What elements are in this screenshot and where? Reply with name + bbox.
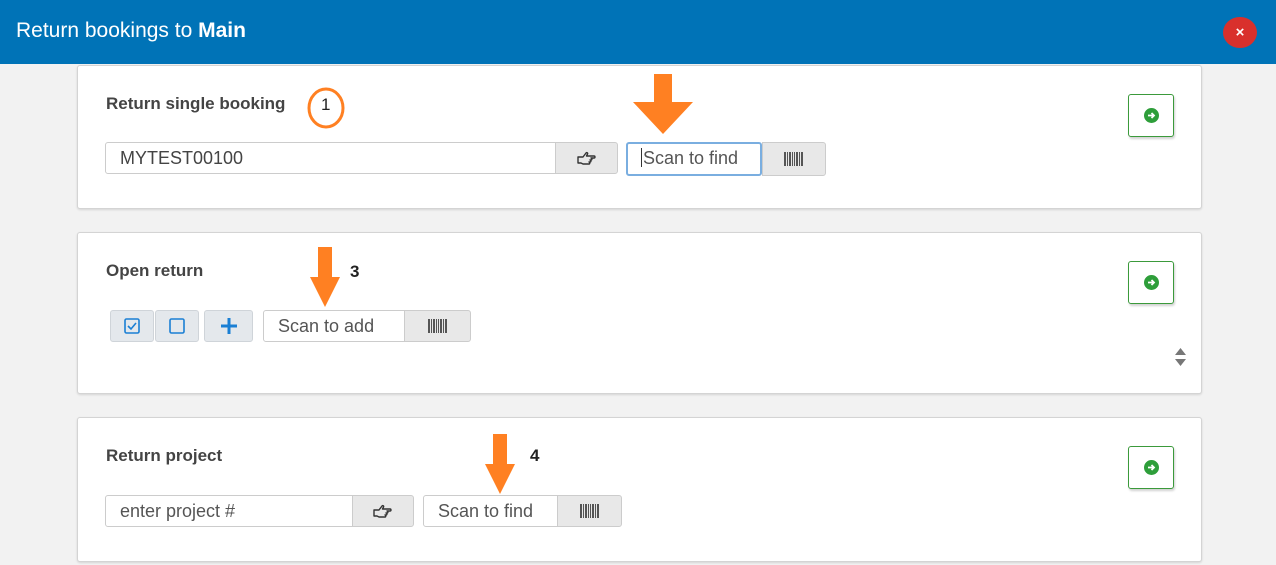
annotation-label-1: 1 (321, 95, 331, 114)
annotation-arrow-4 (485, 434, 515, 494)
scan-to-find-project-input[interactable]: Scan to find (423, 495, 558, 527)
dialog-title-prefix: Return bookings to (16, 19, 199, 42)
empty-checkbox-icon (169, 318, 185, 334)
close-icon: × (1235, 24, 1245, 41)
scan-to-add-input[interactable]: Scan to add (263, 310, 405, 342)
plus-icon (220, 318, 237, 334)
barcode-scan-button[interactable] (762, 142, 826, 176)
dialog-header: Return bookings to Main × (0, 0, 1276, 64)
dialog-title: Return bookings to Main (16, 18, 246, 44)
checked-checkbox-icon (124, 318, 140, 334)
pointing-hand-icon (373, 504, 392, 518)
text-cursor (641, 148, 642, 167)
uncheck-all-button[interactable] (155, 310, 199, 342)
panel-title-return-project: Return project (106, 446, 223, 465)
annotation-label-4: 4 (530, 446, 540, 465)
panel-title-open-return: Open return (106, 261, 204, 280)
return-single-booking-go-button[interactable] (1128, 94, 1174, 137)
barcode-icon (427, 319, 447, 333)
annotation-arrow-2 (633, 74, 693, 134)
pointing-hand-icon (576, 151, 596, 165)
scan-placeholder-text: Scan to find (643, 148, 739, 168)
pick-booking-button[interactable] (555, 142, 618, 174)
panel-title-return-single-booking: Return single booking (106, 94, 286, 113)
return-project-go-button[interactable] (1128, 446, 1174, 489)
arrow-right-circle-icon (1144, 108, 1159, 123)
dialog-title-location: Main (198, 19, 246, 42)
barcode-icon (784, 152, 803, 166)
arrow-right-circle-icon (1144, 460, 1159, 475)
check-all-button[interactable] (110, 310, 154, 342)
project-number-input[interactable]: enter project # (105, 495, 353, 527)
annotation-arrow-3 (310, 247, 340, 307)
close-button[interactable]: × (1223, 17, 1257, 48)
add-button[interactable] (204, 310, 253, 342)
return-project-panel: Return project (77, 417, 1202, 562)
arrow-right-circle-icon (1144, 275, 1159, 290)
pick-project-button[interactable] (352, 495, 414, 527)
annotation-label-3: 3 (350, 262, 360, 281)
barcode-scan-button[interactable] (557, 495, 622, 527)
barcode-icon (579, 504, 599, 518)
open-return-go-button[interactable] (1128, 261, 1174, 304)
barcode-scan-button[interactable] (404, 310, 471, 342)
scan-to-find-booking-input[interactable]: Scan to find (626, 142, 762, 176)
sort-icon[interactable] (1174, 347, 1187, 367)
booking-number-input[interactable]: MYTEST00100 (105, 142, 556, 174)
